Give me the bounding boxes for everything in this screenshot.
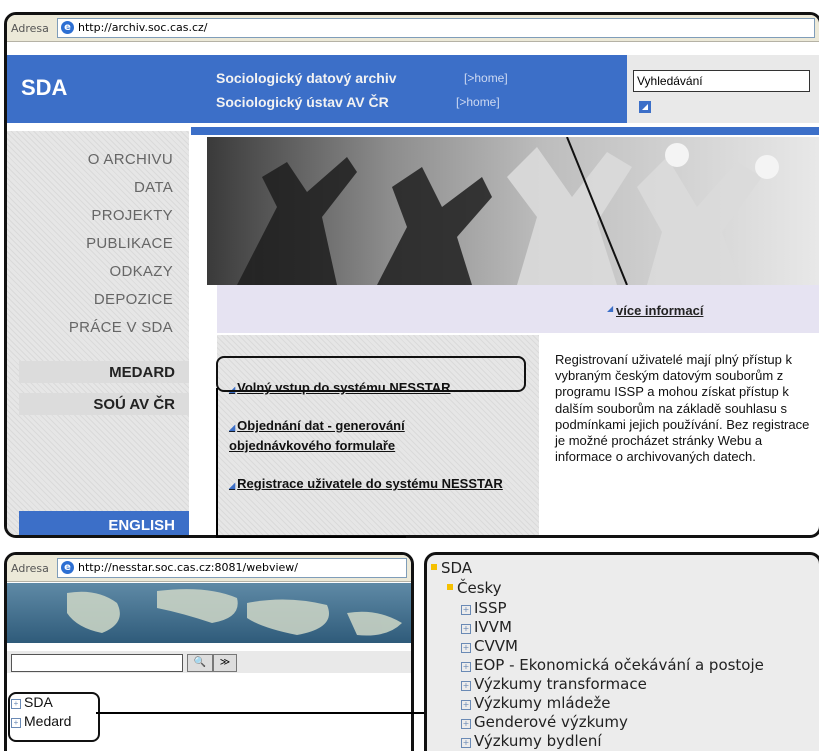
ie-page-icon: e <box>61 561 74 574</box>
address-bar: Adresa e http://archiv.soc.cas.cz/ <box>7 15 819 42</box>
more-info-strip: ◢ více informací <box>217 285 819 333</box>
link-order-data-label: Objednání dat - generování objednávkovéh… <box>229 418 405 453</box>
tree-item-label: Výzkumy transformace <box>474 675 647 693</box>
site-header: SDA Sociologický datový archiv [>home] S… <box>7 55 819 123</box>
tree-item-label: Výzkumy mládeže <box>474 694 611 712</box>
nav-sou-av-cr[interactable]: SOÚ AV ČR <box>19 393 189 415</box>
english-label: ENGLISH <box>108 517 175 534</box>
world-map-illustration <box>67 589 402 636</box>
expand-icon[interactable]: + <box>461 700 471 710</box>
header-title-archive[interactable]: Sociologický datový archiv <box>216 70 397 86</box>
tree-node-label: Česky <box>457 579 502 597</box>
address-label: Adresa <box>11 22 49 35</box>
blue-divider <box>191 127 819 135</box>
expand-icon[interactable]: + <box>461 719 471 729</box>
nav-projekty[interactable]: PROJEKTY <box>91 207 173 224</box>
ie-page-icon: e <box>61 21 74 34</box>
tree-item-label: IVVM <box>474 618 512 636</box>
url-text: http://nesstar.soc.cas.cz:8081/webview/ <box>78 561 298 574</box>
header-title-institute[interactable]: Sociologický ústav AV ČR <box>216 94 389 110</box>
expand-icon[interactable]: + <box>461 643 471 653</box>
search-input[interactable]: Vyhledávání <box>633 70 810 92</box>
home-link-archive[interactable]: [>home] <box>464 71 508 85</box>
url-field[interactable]: e http://archiv.soc.cas.cz/ <box>57 18 815 38</box>
next-icon[interactable]: ≫ <box>213 654 237 672</box>
nav-odkazy[interactable]: ODKAZY <box>110 263 173 280</box>
tree-item-mladeze[interactable]: + Výzkumy mládeže <box>461 694 610 712</box>
english-button[interactable]: ENGLISH <box>19 511 189 535</box>
tree-root-sda[interactable]: SDA <box>431 559 472 577</box>
tree-item-label: Výzkumy bydlení <box>474 732 602 750</box>
triangle-icon: ◢ <box>607 304 614 313</box>
site-logo[interactable]: SDA <box>21 75 67 101</box>
nav-o-archivu[interactable]: O ARCHIVU <box>88 151 173 168</box>
url-field[interactable]: e http://nesstar.soc.cas.cz:8081/webview… <box>57 558 407 578</box>
tree-item-cvvm[interactable]: + CVVM <box>461 637 518 655</box>
expand-icon[interactable]: + <box>461 624 471 634</box>
link-registration[interactable]: ◢ Registrace uživatele do systému NESSTAR <box>229 475 509 495</box>
tree-node-cesky[interactable]: Česky <box>447 579 502 597</box>
triangle-icon: ◢ <box>229 423 236 432</box>
expand-icon[interactable]: + <box>461 681 471 691</box>
tree-item-bydleni[interactable]: + Výzkumy bydlení <box>461 732 602 750</box>
expand-icon[interactable]: + <box>461 605 471 615</box>
nav-prace-v-sda[interactable]: PRÁCE V SDA <box>69 319 173 336</box>
nav-medard[interactable]: MEDARD <box>19 361 189 383</box>
nav-publikace[interactable]: PUBLIKACE <box>86 235 173 252</box>
tree-item-genderove[interactable]: + Genderové výzkumy <box>461 713 628 731</box>
tree-item-issp[interactable]: + ISSP <box>461 599 507 617</box>
description-text: Registrovaní uživatelé mají plný přístup… <box>555 352 810 465</box>
tree-item-label: Genderové výzkumy <box>474 713 628 731</box>
binoculars-icon[interactable]: 🔍 <box>187 654 213 672</box>
tree-item-label: EOP - Ekonomická očekávání a postoje <box>474 656 764 674</box>
connector-line <box>216 536 406 538</box>
address-label: Adresa <box>11 562 49 575</box>
more-info-link[interactable]: více informací <box>616 303 703 318</box>
tree-item-label: CVVM <box>474 637 518 655</box>
banner-image <box>207 137 819 285</box>
tree-item-eop[interactable]: + EOP - Ekonomická očekávání a postoje <box>461 656 764 674</box>
tree-item-transformace[interactable]: + Výzkumy transformace <box>461 675 647 693</box>
url-text: http://archiv.soc.cas.cz/ <box>78 21 208 34</box>
folder-icon <box>447 584 453 590</box>
paper-people-illustration <box>237 137 779 285</box>
link-registration-label: Registrace uživatele do systému NESSTAR <box>237 476 503 491</box>
tree-item-ivvm[interactable]: + IVVM <box>461 618 512 636</box>
search-go-icon[interactable] <box>639 101 651 113</box>
link-order-data[interactable]: ◢ Objednání dat - generování objednávkové… <box>229 417 489 455</box>
highlight-box <box>216 356 526 392</box>
highlight-box <box>8 692 100 742</box>
triangle-icon: ◢ <box>229 481 236 490</box>
folder-icon <box>431 564 437 570</box>
search-panel: Vyhledávání <box>627 55 819 123</box>
world-map-banner <box>7 583 411 643</box>
nav-depozice[interactable]: DEPOZICE <box>94 291 173 308</box>
main-browser-window: Adresa e http://archiv.soc.cas.cz/ SDA S… <box>4 12 819 538</box>
expand-icon[interactable]: + <box>461 738 471 748</box>
sda-tree-panel: SDA Česky + ISSP + IVVM + CVVM + EOP - Ekono… <box>424 552 819 751</box>
nav-sou-label: SOÚ AV ČR <box>93 396 175 413</box>
expand-icon[interactable]: + <box>461 662 471 672</box>
nav-medard-label: MEDARD <box>109 364 175 381</box>
nav-data[interactable]: DATA <box>134 179 173 196</box>
connector-line <box>96 712 426 714</box>
connector-line <box>216 388 218 538</box>
sidebar: O ARCHIVU DATA PROJEKTY PUBLIKACE ODKAZY… <box>7 131 189 535</box>
tree-item-label: ISSP <box>474 599 507 617</box>
address-bar: Adresa e http://nesstar.soc.cas.cz:8081/… <box>7 555 411 582</box>
home-link-institute[interactable]: [>home] <box>456 95 500 109</box>
nesstar-search-input[interactable] <box>11 654 183 672</box>
tree-root-label: SDA <box>441 559 473 577</box>
